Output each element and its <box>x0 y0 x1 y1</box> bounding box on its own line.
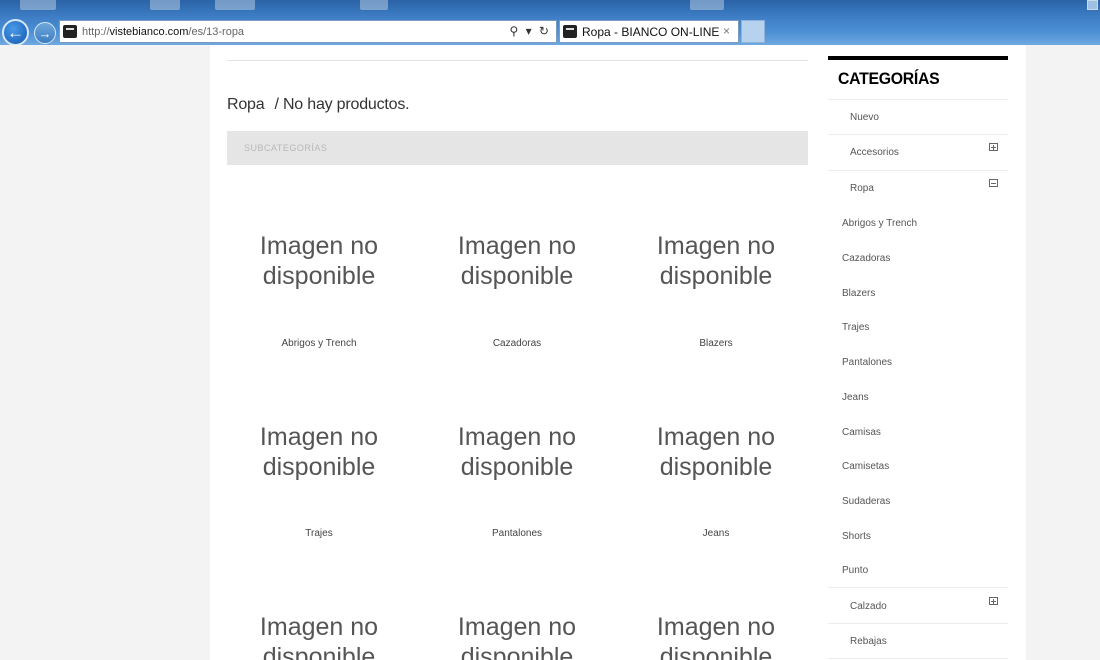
breadcrumb-divider <box>227 60 808 61</box>
subcategory-item[interactable]: Imagen no disponible Blazers <box>621 231 811 349</box>
sidebar-item-accesorios[interactable]: Accesorios <box>850 147 899 158</box>
taskbar-tile <box>360 0 388 10</box>
site-favicon-icon <box>63 25 77 38</box>
page-title: Ropa / No hay productos. <box>227 96 410 114</box>
address-bar[interactable]: http://vistebianco.com/es/13-ropa ⚲ ▾ ↻ <box>59 20 557 43</box>
no-image-placeholder[interactable]: Imagen no disponible <box>621 422 811 482</box>
sidebar-accent-bar <box>828 56 1008 60</box>
subcategory-name[interactable]: Jeans <box>621 528 811 539</box>
sidebar-title: CATEGORÍAS <box>838 69 940 88</box>
taskbar-tile <box>215 0 255 10</box>
subcategory-name[interactable]: Pantalones <box>422 528 612 539</box>
sidebar-item-nuevo[interactable]: Nuevo <box>850 112 879 123</box>
browser-tab[interactable]: Ropa - BIANCO ON-LINE × <box>559 20 739 43</box>
no-image-placeholder[interactable]: Imagen no disponible <box>422 422 612 482</box>
sidebar-item-calzado[interactable]: Calzado <box>850 601 887 612</box>
sidebar-subitem-jeans[interactable]: Jeans <box>842 392 869 403</box>
categories-sidebar: CATEGORÍAS Nuevo Accesorios Ropa Abrigos… <box>828 56 1008 660</box>
subcategory-item[interactable]: Imagen no disponible Pantalones <box>422 422 612 539</box>
sidebar-divider <box>828 587 1008 588</box>
sidebar-subitem-abrigos[interactable]: Abrigos y Trench <box>842 218 917 229</box>
no-image-placeholder[interactable]: Imagen no disponible <box>422 231 612 291</box>
sidebar-subitem-punto[interactable]: Punto <box>842 565 868 576</box>
no-image-placeholder[interactable]: Imagen no disponible <box>621 231 811 291</box>
sidebar-divider <box>828 658 1008 659</box>
sidebar-subitem-sudaderas[interactable]: Sudaderas <box>842 496 890 507</box>
tab-title: Ropa - BIANCO ON-LINE <box>582 24 720 39</box>
sidebar-subitem-pantalones[interactable]: Pantalones <box>842 357 892 368</box>
subcategory-name[interactable]: Blazers <box>621 338 811 349</box>
subcategory-item[interactable]: Imagen no disponible Trajes <box>224 422 414 539</box>
no-image-placeholder[interactable]: Imagen no disponible <box>224 612 414 660</box>
sidebar-subitem-camisas[interactable]: Camisas <box>842 427 881 438</box>
back-arrow-icon: ← <box>7 23 24 42</box>
taskbar-tile <box>20 0 56 10</box>
close-icon[interactable]: × <box>723 24 730 38</box>
expand-plus-icon[interactable] <box>989 597 998 605</box>
window-control-icon[interactable] <box>1087 0 1098 10</box>
subcategory-item[interactable]: Imagen no disponible <box>224 612 414 660</box>
product-count-status: / No hay productos. <box>274 96 410 113</box>
expand-plus-icon[interactable] <box>989 143 998 151</box>
subcategory-item[interactable]: Imagen no disponible <box>621 612 811 660</box>
sidebar-divider <box>828 170 1008 171</box>
taskbar-tile <box>690 0 724 10</box>
tab-favicon-icon <box>563 25 577 38</box>
no-image-placeholder[interactable]: Imagen no disponible <box>224 422 414 482</box>
no-image-placeholder[interactable]: Imagen no disponible <box>621 612 811 660</box>
subcategory-item[interactable]: Imagen no disponible Jeans <box>621 422 811 539</box>
page-content: Ropa / No hay productos. SUBCATEGORÍAS Im… <box>210 45 1026 660</box>
sidebar-subitem-trajes[interactable]: Trajes <box>842 322 869 333</box>
sidebar-subitem-blazers[interactable]: Blazers <box>842 288 875 299</box>
sidebar-divider <box>828 99 1008 100</box>
sidebar-item-ropa[interactable]: Ropa <box>850 183 874 194</box>
subcategory-item[interactable]: Imagen no disponible Cazadoras <box>422 231 612 349</box>
subcategory-name[interactable]: Cazadoras <box>422 338 612 349</box>
back-button[interactable]: ← <box>2 19 29 45</box>
category-name: Ropa <box>227 96 265 113</box>
subcategory-name[interactable]: Trajes <box>224 528 414 539</box>
no-image-placeholder[interactable]: Imagen no disponible <box>224 231 414 291</box>
browser-chrome: ← → http://vistebianco.com/es/13-ropa ⚲ … <box>0 0 1100 45</box>
sidebar-divider <box>828 134 1008 135</box>
subcategory-item[interactable]: Imagen no disponible Abrigos y Trench <box>224 231 414 349</box>
sidebar-divider <box>828 623 1008 624</box>
subcategory-name[interactable]: Abrigos y Trench <box>224 338 414 349</box>
sidebar-item-rebajas[interactable]: Rebajas <box>850 636 887 647</box>
forward-button[interactable]: → <box>34 22 56 44</box>
search-refresh-icons[interactable]: ⚲ ▾ ↻ <box>509 24 551 38</box>
address-url[interactable]: http://vistebianco.com/es/13-ropa <box>82 26 244 38</box>
taskbar-tile <box>150 0 180 10</box>
no-image-placeholder[interactable]: Imagen no disponible <box>422 612 612 660</box>
collapse-minus-icon[interactable] <box>989 179 998 187</box>
subcategory-item[interactable]: Imagen no disponible <box>422 612 612 660</box>
sidebar-subitem-camisetas[interactable]: Camisetas <box>842 461 889 472</box>
sidebar-subitem-shorts[interactable]: Shorts <box>842 531 871 542</box>
forward-arrow-icon: → <box>38 25 52 41</box>
subcategories-heading: SUBCATEGORÍAS <box>227 131 808 165</box>
new-tab-button[interactable] <box>741 20 765 43</box>
sidebar-subitem-cazadoras[interactable]: Cazadoras <box>842 253 890 264</box>
